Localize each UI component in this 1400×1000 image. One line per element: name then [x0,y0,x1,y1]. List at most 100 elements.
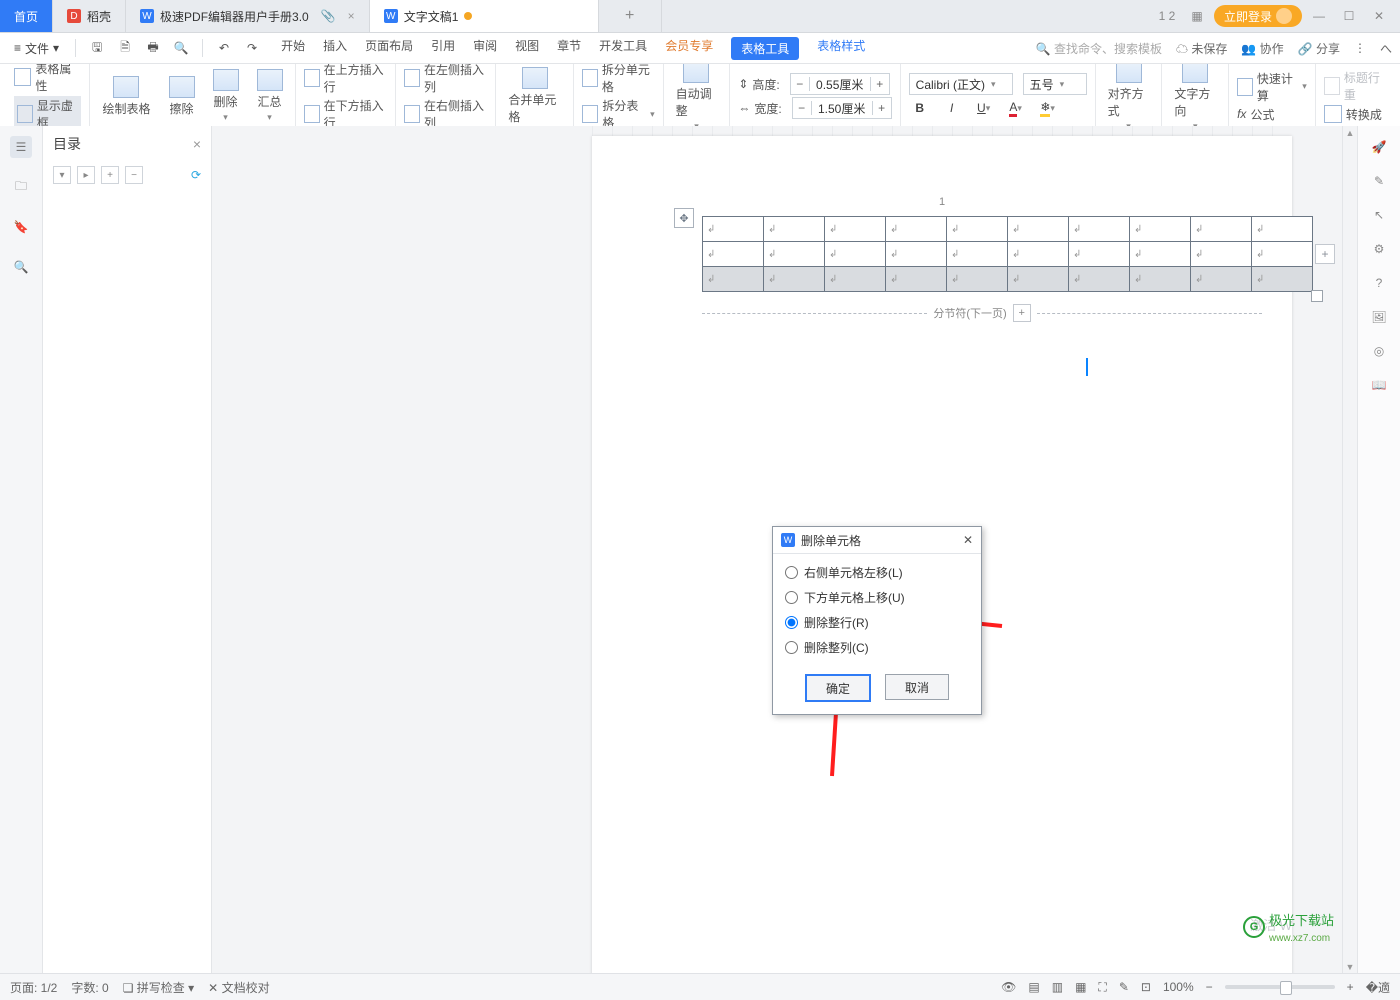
tab-pin-icon[interactable]: 📎 [321,9,336,23]
save-icon[interactable]: 🖫 [86,37,108,59]
highlight-button[interactable]: ❄▾ [1037,97,1059,119]
tab-pdf-manual[interactable]: W极速PDF编辑器用户手册3.0📎× [126,0,370,32]
settings-slider-icon[interactable]: ⚙ [1374,242,1385,256]
insert-row-above-button[interactable]: 在上方插入行 [304,64,387,95]
zoom-in-icon[interactable]: + [1347,980,1354,994]
convert-button[interactable]: 转换成 [1324,105,1386,123]
zoom-value[interactable]: 100% [1163,980,1194,994]
menu-vip[interactable]: 会员专享 [665,37,713,60]
option-delete-col[interactable]: 删除整列(C) [785,639,969,656]
outline-collapse-icon[interactable]: ▾ [53,166,71,184]
tab-home[interactable]: 首页 [0,0,53,32]
document-canvas[interactable]: 1 ✥ ↲↲↲↲↲↲↲↲↲↲ ↲↲↲↲↲↲↲↲↲↲ ↲↲↲↲↲↲↲↲↲↲ + 分… [212,126,1342,974]
draw-table-button[interactable]: 绘制表格 [98,76,154,117]
preview-icon[interactable]: 🔍 [170,37,192,59]
dialog-titlebar[interactable]: W 删除单元格 ✕ [773,527,981,554]
table-properties-button[interactable]: 表格属性 [14,64,81,94]
status-spellcheck[interactable]: ❏ 拼写检查 ▾ [123,979,194,996]
text-direction-button[interactable]: 文字方向▾ [1170,64,1220,129]
image-tool-icon[interactable]: 🖼 [1371,310,1386,324]
view-read-icon[interactable]: 👁 [1001,980,1016,994]
fast-calc-button[interactable]: 快速计算▾ [1237,70,1307,104]
zoom-slider[interactable] [1225,985,1335,989]
ok-button[interactable]: 确定 [805,674,871,702]
view-outline-icon[interactable]: ▦ [1075,980,1086,994]
menu-insert[interactable]: 插入 [323,37,347,60]
status-page[interactable]: 页面: 1/2 [10,979,57,996]
login-button[interactable]: 立即登录 [1214,5,1302,27]
scroll-down-icon[interactable]: ▼ [1343,960,1357,974]
cancel-button[interactable]: 取消 [885,674,949,700]
tab-current-doc[interactable]: W文字文稿1 [370,0,599,32]
menu-table-style[interactable]: 表格样式 [817,37,865,60]
tab-daoke[interactable]: D稻壳 [53,0,126,32]
annotation-pen-icon[interactable]: ✎ [1119,980,1129,994]
dialog-close-icon[interactable]: ✕ [963,533,973,547]
view-page-icon[interactable]: ▤ [1028,980,1039,994]
view-web-icon[interactable]: ▥ [1052,980,1063,994]
location-icon[interactable]: ◎ [1374,344,1384,358]
autofit-button[interactable]: 自动调整▾ [672,64,722,129]
rocket-icon[interactable]: 🚀 [1372,140,1387,154]
table-row[interactable]: ↲↲↲↲↲↲↲↲↲↲ [703,217,1313,242]
font-family-select[interactable]: Calibri (正文)▾ [909,73,1013,95]
menu-reference[interactable]: 引用 [431,37,455,60]
scroll-up-icon[interactable]: ▲ [1343,126,1357,140]
unsaved-indicator[interactable]: ☁ 未保存 [1176,40,1227,57]
outline-expand-icon[interactable]: ▸ [77,166,95,184]
menu-table-tools[interactable]: 表格工具 [731,37,799,60]
insert-col-left-button[interactable]: 在左侧插入列 [404,64,487,95]
eraser-button[interactable]: 擦除 [165,76,199,117]
status-proofread[interactable]: ✕ 文档校对 [208,979,269,996]
app-grid-icon[interactable]: ▦ [1184,5,1210,27]
table-move-handle-icon[interactable]: ✥ [674,208,694,228]
fit-width-icon[interactable]: ⊡ [1141,980,1151,994]
file-menu[interactable]: ≡ 文件 ▾ [8,40,65,57]
close-window-button[interactable]: ✕ [1366,5,1392,27]
table[interactable]: ✥ ↲↲↲↲↲↲↲↲↲↲ ↲↲↲↲↲↲↲↲↲↲ ↲↲↲↲↲↲↲↲↲↲ + [702,216,1313,292]
outline-close-icon[interactable]: × [193,136,201,152]
insert-row-below-button[interactable]: 在下方插入行 [304,97,387,129]
view-fullscreen-icon[interactable]: ⛶ [1098,980,1106,995]
share-button[interactable]: 🔗 分享 [1298,40,1340,57]
undo-icon[interactable]: ↶ [213,37,235,59]
coop-button[interactable]: 👥 协作 [1241,40,1283,57]
outline-refresh-icon[interactable]: ⟳ [191,168,201,182]
width-plus[interactable]: + [872,101,891,115]
files-rail-icon[interactable]: 🗀 [10,176,32,198]
add-column-icon[interactable]: + [1315,244,1335,264]
underline-button[interactable]: U▾ [973,97,995,119]
redo-icon[interactable]: ↷ [241,37,263,59]
section-expand-icon[interactable]: + [1013,304,1031,322]
menu-devtools[interactable]: 开发工具 [599,37,647,60]
maximize-button[interactable]: ☐ [1336,5,1362,27]
table-row[interactable]: ↲↲↲↲↲↲↲↲↲↲ [703,242,1313,267]
table-resize-handle-icon[interactable] [1311,290,1323,302]
option-shift-up[interactable]: 下方单元格上移(U) [785,589,969,606]
bold-button[interactable]: B [909,97,931,119]
status-words[interactable]: 字数: 0 [71,979,108,996]
more-menu-icon[interactable]: ⋮ [1354,41,1366,55]
split-table-button[interactable]: 拆分表格 ▾ [582,97,655,129]
height-minus[interactable]: − [791,77,810,91]
print-icon[interactable]: 🖶 [142,37,164,59]
height-plus[interactable]: + [870,77,889,91]
minimize-button[interactable]: — [1306,5,1332,27]
menu-layout[interactable]: 页面布局 [365,37,413,60]
align-button[interactable]: 对齐方式▾ [1104,64,1154,129]
merge-cells-button[interactable]: 合并单元格 [504,67,564,125]
pointer-icon[interactable]: ↖ [1374,208,1384,222]
saveas-icon[interactable]: 🗎 [114,37,136,59]
col-width-input[interactable]: −1.50厘米+ [792,97,892,119]
insert-col-right-button[interactable]: 在右侧插入列 [404,97,487,129]
pen-icon[interactable]: ✎ [1374,174,1384,188]
show-gridlines-button[interactable]: 显示虚框 [14,96,81,129]
summary-button[interactable]: 汇总▾ [253,69,287,123]
option-shift-left[interactable]: 右侧单元格左移(L) [785,564,969,581]
width-minus[interactable]: − [793,101,812,115]
row-height-input[interactable]: −0.55厘米+ [790,73,890,95]
split-cell-button[interactable]: 拆分单元格 [582,64,655,95]
tab-add[interactable]: + [599,0,662,32]
option-delete-row[interactable]: 删除整行(R) [785,614,969,631]
font-color-button[interactable]: A▾ [1005,97,1027,119]
